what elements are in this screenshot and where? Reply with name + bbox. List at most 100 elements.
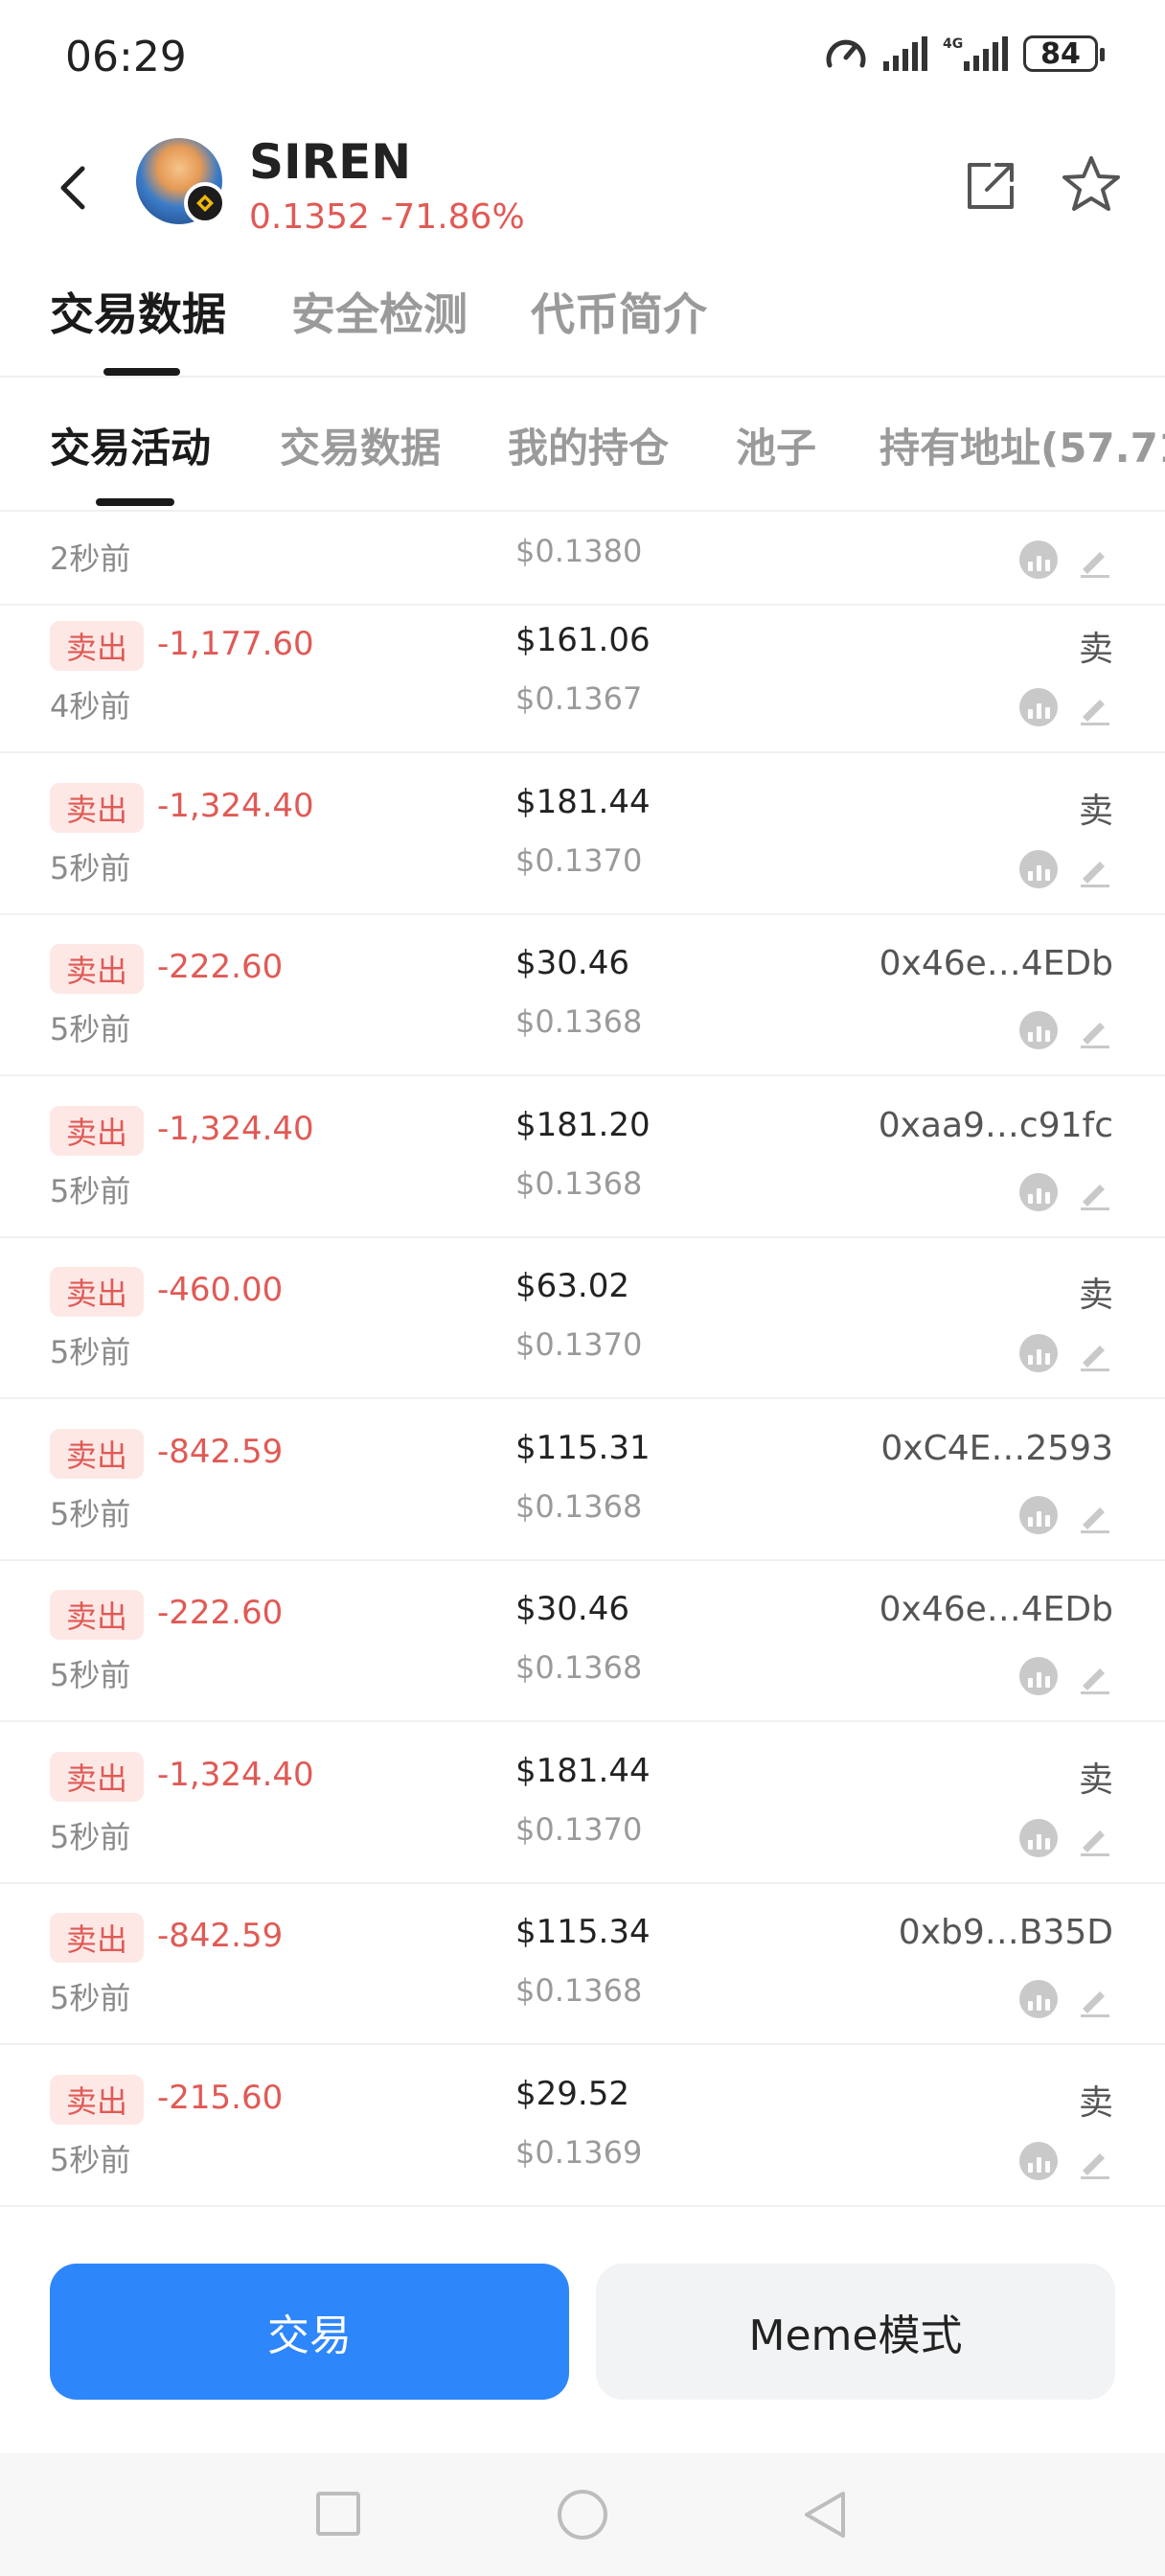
system-nav-bar [0, 2453, 1165, 2576]
edit-icon[interactable] [1075, 1980, 1113, 2018]
trade-row[interactable]: 卖出 -842.59 5秒前 $115.34 $0.1368 0xb9…B35D [0, 1884, 1165, 2045]
tab-trade-data[interactable]: 交易数据 [50, 280, 226, 343]
trader-address[interactable]: 卖 [1079, 2075, 1113, 2125]
trade-amount: -215.60 [157, 2078, 284, 2117]
trade-unit-price: $0.1370 [515, 841, 643, 879]
trade-row[interactable]: 卖出 -1,177.60 4秒前 $161.06 $0.1367 卖 [0, 592, 1165, 753]
trader-address[interactable]: 0xb9…B35D [899, 1913, 1113, 1952]
status-bar: 06:29 4G 84 [0, 0, 1165, 115]
trade-time-ago: 4秒前 [50, 688, 131, 724]
trade-row[interactable]: 卖出 -1,324.40 5秒前 $181.44 $0.1370 卖 [0, 1723, 1165, 1884]
trade-unit-price: $0.1369 [515, 2133, 643, 2171]
tab-token-intro[interactable]: 代币简介 [531, 280, 707, 343]
recent-apps-icon[interactable] [316, 2492, 360, 2536]
trade-amount: -1,177.60 [157, 625, 314, 663]
edit-icon[interactable] [1075, 1011, 1113, 1049]
battery-icon: 84 [1023, 35, 1105, 72]
edit-icon[interactable] [1075, 1334, 1113, 1372]
chart-icon[interactable] [1019, 1495, 1058, 1534]
trade-type-badge: 卖出 [50, 1105, 144, 1156]
trader-address[interactable]: 卖 [1079, 1752, 1113, 1802]
trade-value: $181.44 [515, 782, 651, 821]
share-icon[interactable] [962, 157, 1019, 215]
trade-unit-price: $0.1368 [515, 1972, 643, 2009]
trade-unit-price: $0.1368 [515, 1487, 643, 1525]
home-icon[interactable] [558, 2490, 607, 2540]
trade-type-badge: 卖出 [50, 1267, 144, 1317]
trade-row[interactable]: 卖出 -842.59 5秒前 $115.31 $0.1368 0xC4E…2593 [0, 1400, 1165, 1561]
trade-amount: -1,324.40 [157, 786, 314, 825]
trade-value: $30.46 [515, 1590, 629, 1628]
trade-amount: -1,324.40 [157, 1755, 314, 1794]
bottom-action-bar: 交易 Meme模式 [0, 2223, 1165, 2453]
chart-icon[interactable] [1019, 688, 1058, 726]
trade-time-ago: 5秒前 [50, 1818, 131, 1855]
status-icons: 4G 84 [824, 34, 1105, 73]
chart-icon[interactable] [1019, 1011, 1058, 1049]
tab-trade-stats[interactable]: 交易数据 [280, 416, 441, 474]
edit-icon[interactable] [1075, 1496, 1113, 1534]
edit-icon[interactable] [1075, 2142, 1113, 2180]
trade-value: $63.02 [515, 1267, 629, 1305]
chart-icon[interactable] [1019, 1657, 1058, 1695]
chart-icon[interactable] [1019, 540, 1058, 579]
status-time: 06:29 [65, 33, 187, 81]
chart-icon[interactable] [1019, 2141, 1058, 2180]
trade-time-ago: 5秒前 [50, 1495, 131, 1532]
trader-address[interactable]: 卖 [1079, 1267, 1113, 1317]
trade-unit-price: $0.1368 [515, 1003, 643, 1040]
chart-icon[interactable] [1019, 1172, 1058, 1211]
edit-icon[interactable] [1075, 850, 1113, 888]
trade-amount: -222.60 [157, 948, 284, 986]
trade-unit-price: $0.1370 [515, 1810, 643, 1848]
edit-icon[interactable] [1075, 1657, 1113, 1695]
back-arrow-icon[interactable] [46, 159, 103, 217]
signal-4g-icon: 4G [943, 36, 1008, 71]
trade-unit-price: $0.1368 [515, 1649, 643, 1686]
trade-type-badge: 卖出 [50, 1913, 144, 1963]
trader-address[interactable]: 卖 [1079, 783, 1113, 833]
token-name: SIREN [249, 134, 412, 190]
edit-icon[interactable] [1075, 1819, 1113, 1857]
chart-icon[interactable] [1019, 1980, 1058, 2018]
trade-type-badge: 卖出 [50, 621, 144, 671]
trade-row[interactable]: 卖出 -222.60 5秒前 $30.46 $0.1368 0x46e…4EDb [0, 1561, 1165, 1722]
trade-row[interactable]: 卖出 -222.60 5秒前 $30.46 $0.1368 0x46e…4EDb [0, 915, 1165, 1076]
edit-icon[interactable] [1075, 540, 1113, 579]
trade-button[interactable]: 交易 [50, 2264, 569, 2400]
back-nav-icon[interactable] [799, 2488, 851, 2542]
tab-security-check[interactable]: 安全检测 [291, 280, 468, 343]
trade-unit-price: $0.1370 [515, 1326, 643, 1363]
trade-time-ago: 5秒前 [50, 849, 131, 886]
chart-icon[interactable] [1019, 1334, 1058, 1372]
token-price-change: 0.1352 -71.86% [249, 197, 525, 237]
edit-icon[interactable] [1075, 1173, 1113, 1211]
tab-trade-activity[interactable]: 交易活动 [50, 416, 211, 474]
trade-row[interactable]: 卖出 -215.60 5秒前 $29.52 $0.1369 卖 [0, 2046, 1165, 2207]
trader-address[interactable]: 0x46e…4EDb [879, 1590, 1113, 1629]
trader-address[interactable]: 卖 [1079, 621, 1113, 671]
star-icon[interactable] [1060, 153, 1123, 217]
tab-pools[interactable]: 池子 [736, 416, 816, 474]
trade-row[interactable]: 卖出 -1,324.40 5秒前 $181.44 $0.1370 卖 [0, 754, 1165, 915]
svg-text:4G: 4G [943, 36, 963, 52]
chart-icon[interactable] [1019, 1818, 1058, 1857]
trade-list[interactable]: 2秒前 $0.1380 卖出 -1,177.60 4秒前 $161.06 $0.1367… [0, 512, 1165, 2223]
trade-row[interactable]: 卖出 -1,324.40 5秒前 $181.20 $0.1368 0xaa9…c91fc [0, 1077, 1165, 1238]
trader-address[interactable]: 0xaa9…c91fc [879, 1106, 1113, 1145]
trade-type-badge: 卖出 [50, 782, 144, 833]
trade-value: $115.34 [515, 1913, 651, 1951]
trade-time-ago: 2秒前 [50, 540, 131, 577]
tab-my-holdings[interactable]: 我的持仓 [508, 416, 669, 474]
trade-row[interactable]: 卖出 -460.00 5秒前 $63.02 $0.1370 卖 [0, 1238, 1165, 1399]
trade-value: $181.20 [515, 1105, 651, 1144]
trader-address[interactable]: 0xC4E…2593 [880, 1429, 1113, 1468]
tab-holder-addresses[interactable]: 持有地址(57.71 [879, 416, 1165, 474]
trade-type-badge: 卖出 [50, 1590, 144, 1640]
trade-time-ago: 5秒前 [50, 1172, 131, 1209]
speed-icon [826, 39, 866, 68]
edit-icon[interactable] [1075, 688, 1113, 726]
meme-mode-button[interactable]: Meme模式 [596, 2264, 1115, 2400]
chart-icon[interactable] [1019, 849, 1058, 888]
trader-address[interactable]: 0x46e…4EDb [879, 944, 1113, 983]
